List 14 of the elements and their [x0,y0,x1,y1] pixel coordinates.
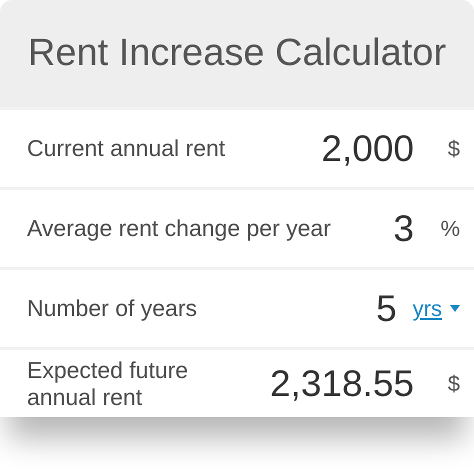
field-label: Average rent change per year [27,215,331,242]
input-field[interactable]: 3 [393,200,414,256]
unit-label: $ [446,370,460,398]
unit-dropdown[interactable]: yrs [412,292,460,325]
input-field[interactable]: 2,000 [321,120,414,176]
field-label: Current annual rent [27,135,226,162]
caret-icon [450,305,460,312]
result-value: 2,318.55 [270,362,414,406]
field-label: Number of years [27,295,198,322]
calculator-title: Rent Increase Calculator [0,0,474,107]
input-field[interactable]: 5 [376,280,397,336]
unit-label: $ [446,135,460,163]
unit-label: % [439,215,460,243]
field-label: Expected future annual rent [27,357,190,410]
